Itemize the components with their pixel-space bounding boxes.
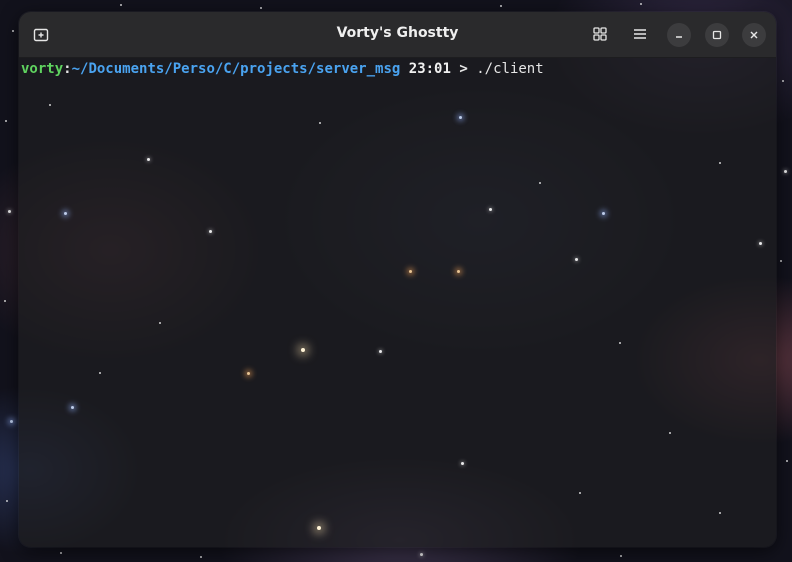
- main-menu-button[interactable]: [626, 21, 654, 47]
- terminal-window: Vorty's Ghostty vorty:~/Documents/Perso/…: [19, 12, 776, 547]
- maximize-button[interactable]: [705, 23, 729, 47]
- prompt-symbol: >: [459, 61, 468, 77]
- prompt-line: vorty:~/Documents/Perso/C/projects/serve…: [21, 60, 774, 78]
- minimize-button[interactable]: [667, 23, 691, 47]
- close-icon: [750, 31, 758, 39]
- minimize-icon: [676, 36, 682, 38]
- title-bar[interactable]: Vorty's Ghostty: [19, 12, 776, 58]
- hamburger-icon: [634, 29, 646, 39]
- grid-icon: [593, 27, 607, 41]
- tab-overview-button[interactable]: [586, 21, 614, 47]
- prompt-path: ~/Documents/Perso/C/projects/server_msg: [71, 61, 401, 77]
- close-button[interactable]: [742, 23, 766, 47]
- prompt-separator: :: [63, 61, 72, 77]
- terminal-output[interactable]: vorty:~/Documents/Perso/C/projects/serve…: [19, 58, 776, 547]
- prompt-user: vorty: [21, 61, 64, 77]
- command-text: ./client: [476, 61, 544, 77]
- window-title: Vorty's Ghostty: [336, 25, 459, 41]
- maximize-icon: [712, 30, 722, 40]
- prompt-time: 23:01: [408, 61, 451, 77]
